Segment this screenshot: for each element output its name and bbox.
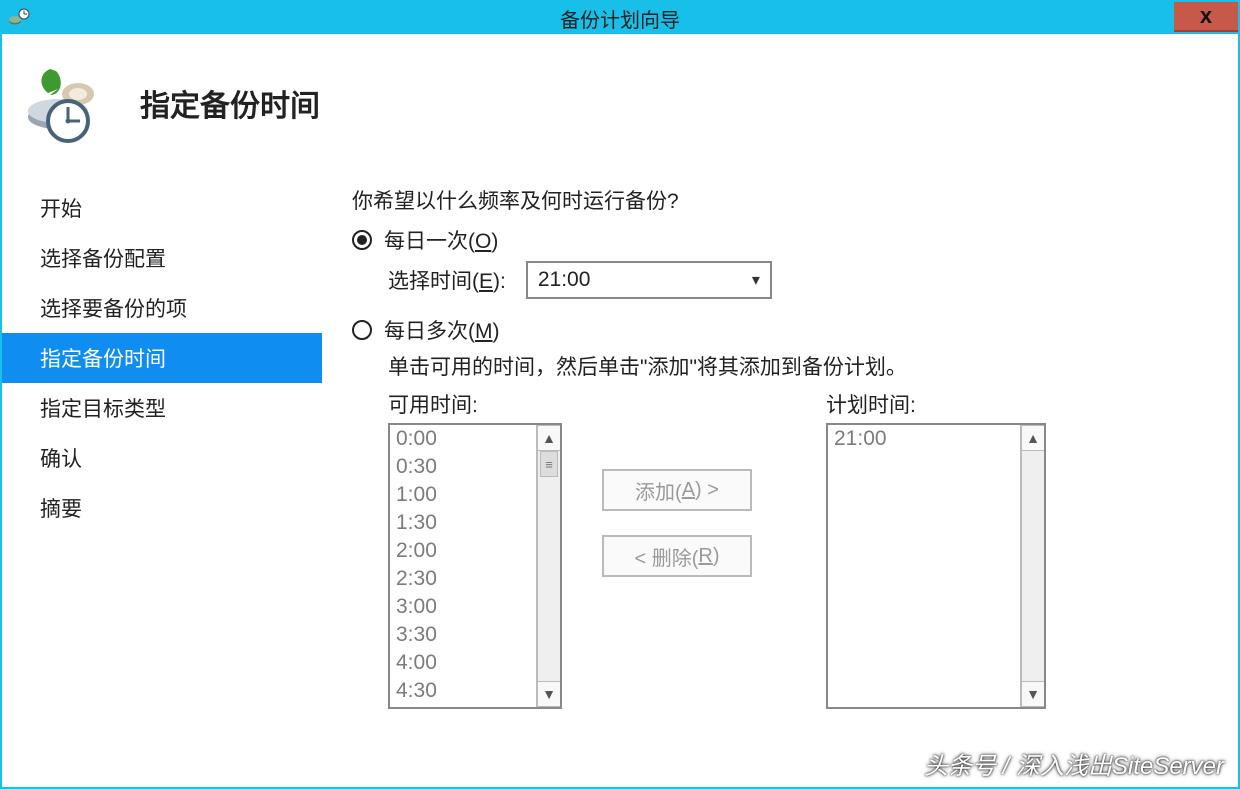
list-item[interactable]: 2:00 — [390, 537, 536, 565]
radio-label: 每日多次(M) — [384, 315, 500, 345]
radio-multiple-daily[interactable]: 每日多次(M) — [352, 315, 1208, 345]
scroll-track[interactable] — [1022, 451, 1044, 681]
planned-time-listbox[interactable]: 21:00 ▲ ▼ — [826, 423, 1046, 709]
list-item[interactable]: 3:00 — [390, 593, 536, 621]
radio-once-daily[interactable]: 每日一次(O) — [352, 225, 1208, 255]
sidebar-step-4[interactable]: 指定目标类型 — [2, 383, 322, 433]
scroll-down-icon[interactable]: ▼ — [1022, 681, 1044, 707]
sidebar-step-2[interactable]: 选择要备份的项 — [2, 283, 322, 333]
list-item[interactable]: 0:00 — [390, 425, 536, 453]
radio-icon — [352, 320, 372, 340]
time-select-value: 21:00 — [538, 268, 591, 292]
scroll-up-icon[interactable]: ▲ — [1022, 425, 1044, 451]
instruction-text: 单击可用的时间，然后单击"添加"将其添加到备份计划。 — [388, 351, 1208, 381]
available-time-listbox[interactable]: 0:000:301:001:302:002:303:003:304:004:30… — [388, 423, 562, 709]
list-item[interactable]: 4:30 — [390, 677, 536, 705]
body: 开始选择备份配置选择要备份的项指定备份时间指定目标类型确认摘要 你希望以什么频率… — [2, 173, 1238, 787]
close-button[interactable]: x — [1174, 2, 1238, 32]
select-time-row: 选择时间(E): 21:00 ▾ — [388, 261, 1208, 299]
radio-label: 每日一次(O) — [384, 225, 498, 255]
list-item[interactable]: 1:00 — [390, 481, 536, 509]
wizard-steps-sidebar: 开始选择备份配置选择要备份的项指定备份时间指定目标类型确认摘要 — [2, 173, 322, 787]
sidebar-step-6[interactable]: 摘要 — [2, 483, 322, 533]
available-time-items: 0:000:301:001:302:002:303:003:304:004:30 — [390, 425, 536, 707]
list-item[interactable]: 21:00 — [828, 425, 1020, 453]
window-title: 备份计划向导 — [2, 4, 1238, 33]
available-time-label: 可用时间: — [388, 389, 562, 419]
scrollbar[interactable]: ▲ ≡ ▼ — [536, 425, 560, 707]
list-item[interactable]: 4:00 — [390, 649, 536, 677]
available-time-column: 可用时间: 0:000:301:001:302:002:303:003:304:… — [388, 389, 562, 709]
scroll-up-icon[interactable]: ▲ — [538, 425, 560, 451]
main-content: 你希望以什么频率及何时运行备份? 每日一次(O) 选择时间(E): 21:00 … — [322, 173, 1238, 787]
app-icon — [8, 7, 30, 29]
planned-time-column: 计划时间: 21:00 ▲ ▼ — [826, 389, 1046, 709]
transfer-buttons: 添加(A) > < 删除(R) — [602, 469, 752, 577]
sidebar-step-3[interactable]: 指定备份时间 — [2, 333, 322, 383]
scroll-down-icon[interactable]: ▼ — [538, 681, 560, 707]
remove-button[interactable]: < 删除(R) — [602, 535, 752, 577]
list-item[interactable]: 2:30 — [390, 565, 536, 593]
chevron-down-icon: ▾ — [752, 270, 760, 290]
radio-icon — [352, 230, 372, 250]
time-lists-row: 可用时间: 0:000:301:001:302:002:303:003:304:… — [388, 389, 1208, 709]
sidebar-step-0[interactable]: 开始 — [2, 183, 322, 233]
close-icon: x — [1200, 3, 1212, 29]
question-text: 你希望以什么频率及何时运行备份? — [352, 185, 1208, 215]
wizard-window: 备份计划向导 x 指定备份时间 开始选择备份配置选择要备份的项指定备份时间指定目… — [0, 0, 1240, 789]
list-item[interactable]: 0:30 — [390, 453, 536, 481]
sidebar-step-1[interactable]: 选择备份配置 — [2, 233, 322, 283]
wizard-icon — [18, 63, 108, 143]
list-item[interactable]: 3:30 — [390, 621, 536, 649]
add-button[interactable]: 添加(A) > — [602, 469, 752, 511]
scroll-track[interactable]: ≡ — [538, 451, 560, 681]
scrollbar[interactable]: ▲ ▼ — [1020, 425, 1044, 707]
scroll-thumb[interactable]: ≡ — [540, 451, 558, 477]
list-item[interactable]: 1:30 — [390, 509, 536, 537]
sidebar-step-5[interactable]: 确认 — [2, 433, 322, 483]
time-select[interactable]: 21:00 ▾ — [526, 261, 772, 299]
planned-time-items: 21:00 — [828, 425, 1020, 707]
header: 指定备份时间 — [2, 34, 1238, 173]
page-title: 指定备份时间 — [140, 81, 320, 125]
select-time-label: 选择时间(E): — [388, 265, 506, 295]
planned-time-label: 计划时间: — [826, 389, 1046, 419]
titlebar: 备份计划向导 x — [2, 2, 1238, 34]
